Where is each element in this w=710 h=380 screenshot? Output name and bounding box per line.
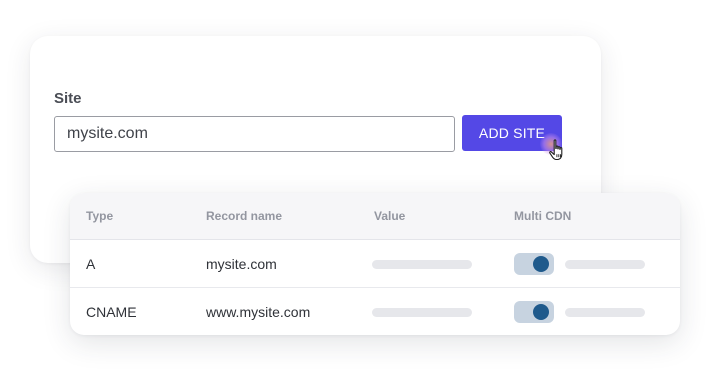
table-row: CNAME www.mysite.com [70, 288, 680, 335]
table-header: Type Record name Value Multi CDN [70, 193, 680, 240]
column-header-record-name: Record name [206, 209, 283, 223]
multi-cdn-placeholder [565, 308, 645, 317]
cell-record-name: www.mysite.com [206, 304, 311, 320]
site-input-value: mysite.com [67, 125, 148, 142]
column-header-value: Value [374, 209, 406, 223]
column-header-multi-cdn: Multi CDN [514, 209, 572, 223]
toggle-knob [533, 304, 549, 320]
cell-record-name: mysite.com [206, 256, 277, 272]
toggle-knob [533, 256, 549, 272]
site-input[interactable]: mysite.com [54, 116, 455, 152]
multi-cdn-toggle[interactable] [514, 253, 554, 275]
records-table-card: Type Record name Value Multi CDN A mysit… [70, 193, 680, 335]
column-header-type: Type [86, 209, 114, 223]
cell-type: A [86, 256, 96, 272]
multi-cdn-toggle[interactable] [514, 301, 554, 323]
value-placeholder [372, 308, 472, 317]
multi-cdn-placeholder [565, 260, 645, 269]
value-placeholder [372, 260, 472, 269]
stage: Site mysite.com ADD SITE Type Record nam… [0, 0, 710, 380]
cell-type: CNAME [86, 304, 137, 320]
hand-pointer-icon [549, 139, 563, 161]
site-label: Site [54, 90, 82, 107]
table-row: A mysite.com [70, 240, 680, 288]
